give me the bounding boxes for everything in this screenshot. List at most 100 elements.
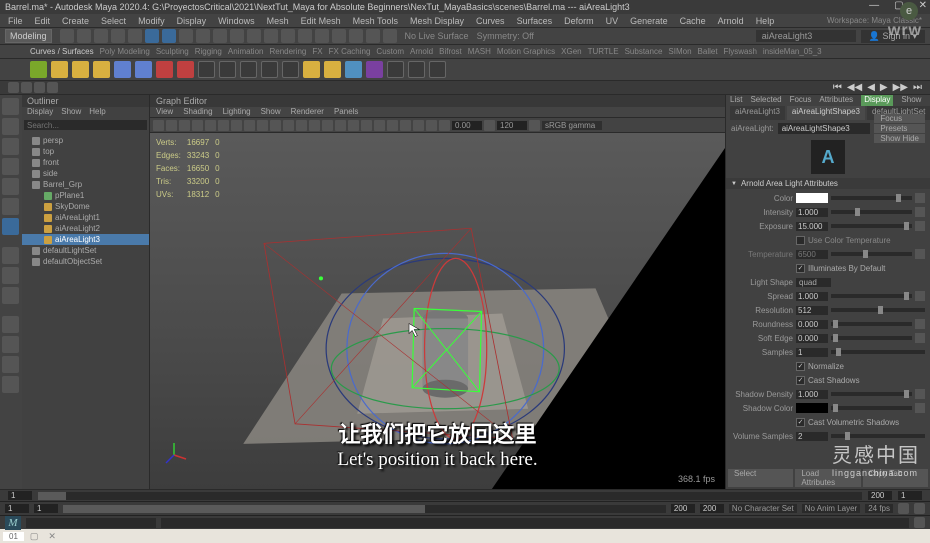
outl-menu-help[interactable]: Help	[89, 107, 105, 118]
shelf-icon[interactable]	[387, 61, 404, 78]
soft-field[interactable]: 0.000	[796, 334, 828, 343]
shelf-icon[interactable]	[51, 61, 68, 78]
vp-icon[interactable]	[244, 120, 255, 131]
prefs-icon[interactable]	[914, 503, 925, 514]
history-icon[interactable]	[332, 29, 346, 43]
scolor-swatch[interactable]	[796, 403, 828, 413]
shelf-icon[interactable]	[114, 61, 131, 78]
layout-single-icon[interactable]	[2, 247, 19, 264]
shelf-tab[interactable]: Custom	[376, 47, 404, 56]
attr-name-field[interactable]: aiAreaLightShape3	[778, 123, 871, 134]
new-scene-icon[interactable]	[60, 29, 74, 43]
round-slider[interactable]	[831, 322, 912, 326]
redo-icon[interactable]	[128, 29, 142, 43]
attr-menu-list[interactable]: List	[730, 95, 742, 106]
undo-icon[interactable]	[111, 29, 125, 43]
shelf-tab[interactable]: Animation	[228, 47, 264, 56]
snap-plane-icon[interactable]	[281, 29, 295, 43]
autokey-icon[interactable]	[898, 503, 909, 514]
save-scene-icon[interactable]	[94, 29, 108, 43]
paint-tool-icon[interactable]	[2, 138, 19, 155]
vp-icon[interactable]	[296, 120, 307, 131]
shelf-tab[interactable]: Poly Modeling	[100, 47, 150, 56]
range-start[interactable]: 1	[5, 504, 29, 513]
vp-menu-shading[interactable]: Shading	[183, 107, 212, 117]
norm-checkbox[interactable]	[796, 362, 805, 371]
construction-icon[interactable]	[315, 29, 329, 43]
goto-end-icon[interactable]: ⏭	[913, 82, 922, 93]
res-field[interactable]: 512	[796, 306, 828, 315]
shelf-icon[interactable]	[135, 61, 152, 78]
step-fwd-icon[interactable]: ▶▶	[893, 82, 908, 93]
shelf-tab[interactable]: TURTLE	[588, 47, 619, 56]
vp-icon[interactable]	[153, 120, 164, 131]
outliner-item[interactable]: aiAreaLight1	[22, 212, 149, 223]
panel-icon[interactable]	[2, 356, 19, 373]
attr-tab[interactable]: aiAreaLightShape3	[787, 106, 865, 120]
snap-view-icon[interactable]	[298, 29, 312, 43]
menu-arnold[interactable]: Arnold	[718, 16, 744, 26]
shelf-tab[interactable]: Curves / Surfaces	[30, 47, 94, 56]
play-fwd-icon[interactable]: ▶	[880, 82, 888, 93]
hud-icon[interactable]	[47, 82, 58, 93]
focus-button[interactable]: Focus	[874, 114, 925, 123]
map-button[interactable]	[915, 249, 925, 259]
shelf-icon[interactable]	[156, 61, 173, 78]
shelf-tab[interactable]: FX Caching	[329, 47, 371, 56]
vp-icon[interactable]	[374, 120, 385, 131]
range-start2[interactable]: 1	[34, 504, 58, 513]
shelf-icon[interactable]	[219, 61, 236, 78]
shelf-icon[interactable]	[198, 61, 215, 78]
vp-icon[interactable]	[192, 120, 203, 131]
vp-icon[interactable]	[179, 120, 190, 131]
outliner-item[interactable]: defaultObjectSet	[22, 256, 149, 267]
menu-help[interactable]: Help	[756, 16, 775, 26]
panel-icon[interactable]	[2, 316, 19, 333]
close-button[interactable]: ✕	[919, 0, 927, 11]
vp-icon[interactable]	[270, 120, 281, 131]
scale-tool-icon[interactable]	[2, 198, 19, 215]
range-track[interactable]	[63, 505, 666, 513]
open-scene-icon[interactable]	[77, 29, 91, 43]
shelf-icon[interactable]	[93, 61, 110, 78]
map-button[interactable]	[915, 389, 925, 399]
layout-two-icon[interactable]	[2, 287, 19, 304]
snap-point-icon[interactable]	[264, 29, 278, 43]
vp-field-1[interactable]: 0.00	[452, 121, 482, 130]
minimize-button[interactable]: —	[869, 0, 879, 11]
menu-deform[interactable]: Deform	[564, 16, 594, 26]
vp-icon[interactable]	[484, 120, 495, 131]
sden-field[interactable]: 1.000	[796, 390, 828, 399]
scale-tool-icon[interactable]	[213, 29, 227, 43]
menu-uv[interactable]: UV	[606, 16, 619, 26]
vp-menu-show[interactable]: Show	[261, 107, 281, 117]
shelf-tab[interactable]: FX	[312, 47, 322, 56]
vsamp-slider[interactable]	[831, 434, 925, 438]
animlayer-dropdown[interactable]: No Anim Layer	[802, 504, 860, 513]
vp-menu-view[interactable]: View	[156, 107, 173, 117]
shelf-icon[interactable]	[240, 61, 257, 78]
vp-icon[interactable]	[205, 120, 216, 131]
shelf-icon[interactable]	[282, 61, 299, 78]
range-end2[interactable]: 200	[700, 504, 724, 513]
usetemp-checkbox[interactable]	[796, 236, 805, 245]
universal-tool-icon[interactable]	[2, 218, 19, 235]
play-back-icon[interactable]: ◀	[867, 82, 875, 93]
exposure-slider[interactable]	[831, 224, 912, 228]
rotate-tool-icon[interactable]	[196, 29, 210, 43]
map-button[interactable]	[915, 403, 925, 413]
lasso-tool-icon[interactable]	[2, 118, 19, 135]
start-frame-field[interactable]: 1	[8, 491, 32, 500]
shelf-tab[interactable]: Arnold	[410, 47, 433, 56]
vp-icon[interactable]	[322, 120, 333, 131]
shelf-icon[interactable]	[303, 61, 320, 78]
menu-mesh[interactable]: Mesh	[267, 16, 289, 26]
outliner-search-input[interactable]	[24, 120, 147, 130]
samples-slider[interactable]	[831, 350, 925, 354]
map-button[interactable]	[915, 221, 925, 231]
shelf-icon[interactable]	[177, 61, 194, 78]
color-slider[interactable]	[831, 196, 912, 200]
menu-meshdisplay[interactable]: Mesh Display	[410, 16, 464, 26]
shelf-tab[interactable]: Motion Graphics	[497, 47, 555, 56]
outl-menu-display[interactable]: Display	[27, 107, 53, 118]
